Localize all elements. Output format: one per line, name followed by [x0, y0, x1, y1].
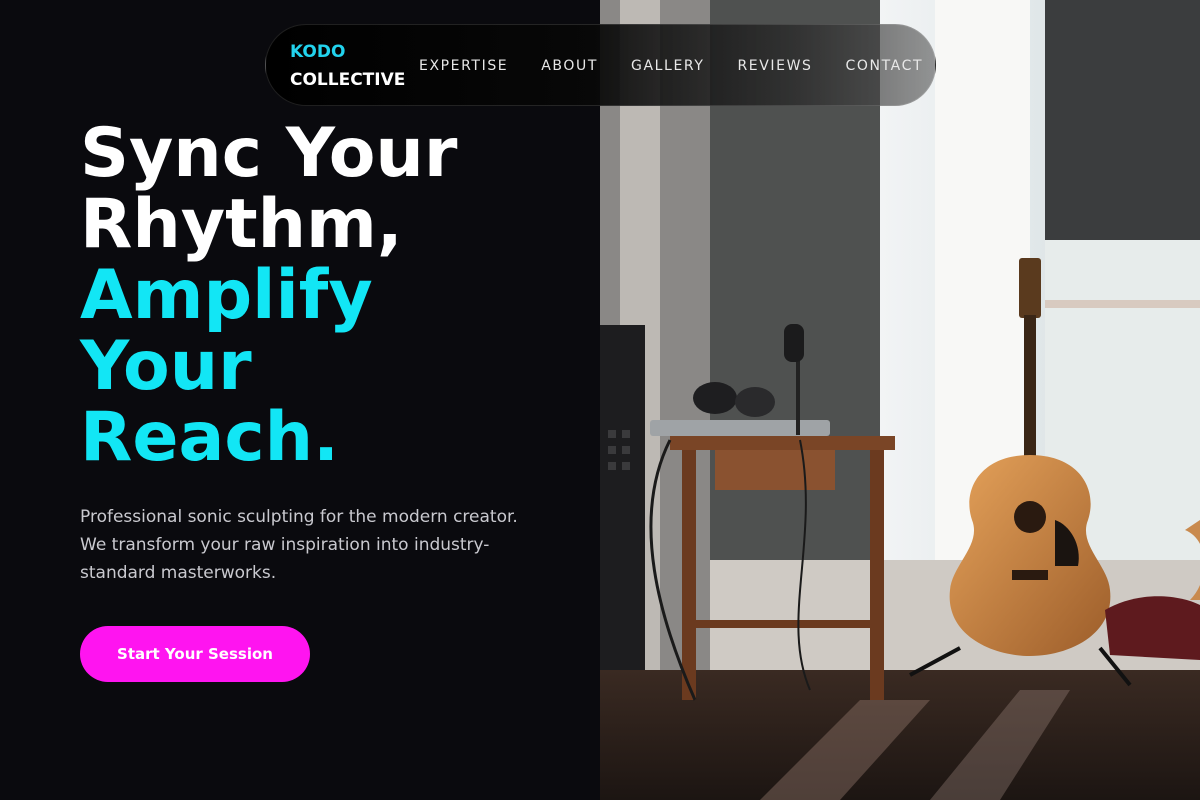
- nav-link-gallery[interactable]: GALLERY: [631, 58, 704, 74]
- nav-link-reviews[interactable]: REVIEWS: [737, 58, 812, 74]
- hero-photo: [600, 0, 1200, 800]
- headline-line-4: Your: [80, 327, 252, 406]
- hero-description: Professional sonic sculpting for the mod…: [80, 507, 518, 583]
- brand-name-line1: KODO: [290, 42, 346, 62]
- brand-name-line2: COLLECTIVE: [290, 70, 406, 90]
- headline-line-3: Amplify: [80, 256, 373, 335]
- nav-links: EXPERTISE ABOUT GALLERY REVIEWS CONTACT: [419, 25, 923, 107]
- hero-headline: Sync Your Rhythm, Amplify Your Reach.: [80, 118, 580, 473]
- headline-line-1: Sync Your: [80, 114, 458, 193]
- brand-logo[interactable]: KODO COLLECTIVE: [290, 38, 405, 94]
- headline-line-2: Rhythm,: [80, 185, 403, 264]
- headline-line-5: Reach.: [80, 398, 339, 477]
- nav-link-about[interactable]: ABOUT: [541, 58, 598, 74]
- nav-link-contact[interactable]: CONTACT: [846, 58, 924, 74]
- main-nav: KODO COLLECTIVE EXPERTISE ABOUT GALLERY …: [265, 24, 936, 106]
- nav-link-expertise[interactable]: EXPERTISE: [419, 58, 508, 74]
- start-session-button[interactable]: Start Your Session: [80, 626, 310, 682]
